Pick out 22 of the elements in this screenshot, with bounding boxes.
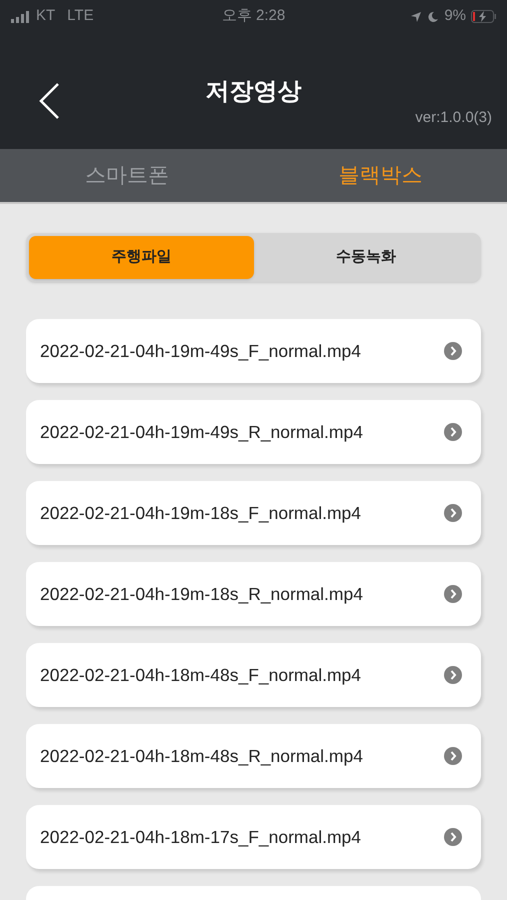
file-row[interactable]: 2022-02-21-04h-19m-18s_F_normal.mp4 [26,481,481,545]
file-name: 2022-02-21-04h-18m-48s_F_normal.mp4 [40,664,362,687]
file-row[interactable]: 2022-02-21-04h-18m-17s_F_normal.mp4 [26,805,481,869]
segment-tab[interactable]: 수동녹화 [254,236,478,279]
file-row[interactable]: 2022-02-21-04h-18m-48s_F_normal.mp4 [26,643,481,707]
file-row[interactable]: 2022-02-21-04h-19m-49s_R_normal.mp4 [26,400,481,464]
carrier-label: KT [36,6,56,26]
file-name: 2022-02-21-04h-19m-49s_R_normal.mp4 [40,420,364,444]
file-name: 2022-02-21-04h-19m-18s_F_normal.mp4 [40,502,362,525]
version-label: ver:1.0.0(3) [415,108,492,128]
status-time: 오후 2:28 [220,6,286,26]
file-name: 2022-02-21-04h-18m-17s_F_normal.mp4 [40,826,362,849]
file-row[interactable]: 2022-02-21-04h-18m-48s_R_normal.mp4 [26,724,481,788]
segment-tab[interactable]: 주행파일 [29,236,254,279]
page-title: 저장영상 [206,77,302,107]
network-label: LTE [67,6,94,26]
file-name: 2022-02-21-04h-19m-49s_F_normal.mp4 [40,340,362,363]
battery-percent: 9% [444,6,466,26]
file-name: 2022-02-21-04h-18m-48s_R_normal.mp4 [40,744,364,768]
file-row[interactable]: 2022-02-21-04h-19m-18s_R_normal.mp4 [26,562,481,626]
file-name: 2022-02-21-04h-19m-18s_R_normal.mp4 [40,582,364,606]
file-row[interactable]: 2022-02-21-04h-19m-49s_F_normal.mp4 [26,319,481,383]
